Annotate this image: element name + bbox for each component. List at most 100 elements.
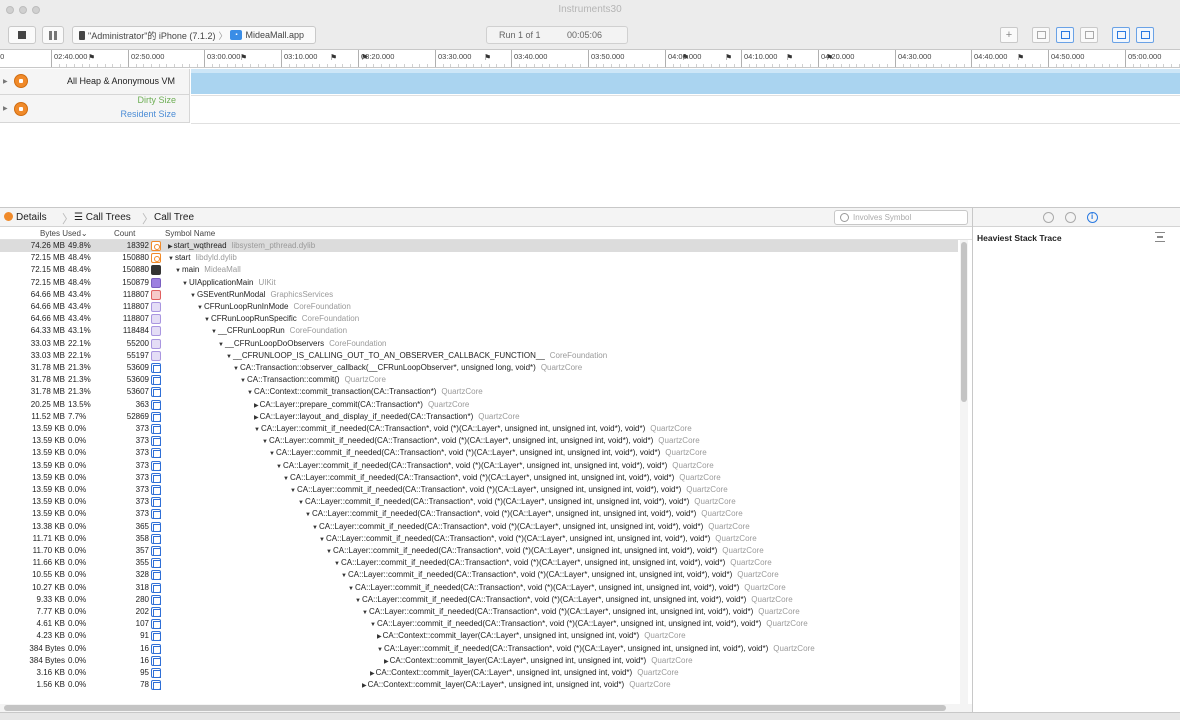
disclosure-triangle-icon[interactable]: ▼ — [240, 378, 246, 384]
disclosure-triangle-icon[interactable]: ▼ — [341, 573, 347, 579]
flag-icon[interactable]: ⚑ — [484, 53, 491, 62]
disclosure-triangle-icon[interactable]: ▼ — [233, 366, 239, 372]
table-row[interactable]: 13.59 KB 0.0% 373 ▼CA::Layer::commit_if_nee… — [0, 472, 958, 484]
table-row[interactable]: 31.78 MB 21.3% 53607 ▼CA::Context::commit_t… — [0, 386, 958, 398]
table-row[interactable]: 64.33 MB 43.1% 118484 ▼__CFRunLoopRun CoreFo… — [0, 325, 958, 337]
column-bytes-used[interactable]: Bytes Used⌄ — [40, 229, 88, 238]
disclosure-triangle-icon[interactable]: ▶ — [254, 415, 259, 421]
disclosure-triangle-icon[interactable]: ▼ — [326, 549, 332, 555]
disclosure-triangle-icon[interactable]: ▼ — [362, 610, 368, 616]
disclosure-triangle-icon[interactable]: ▶ — [3, 105, 8, 112]
table-row[interactable]: 11.71 KB 0.0% 358 ▼CA::Layer::commit_if_nee… — [0, 533, 958, 545]
table-row[interactable]: 33.03 MB 22.1% 55197 ▼__CFRUNLOOP_IS_CALLIN… — [0, 350, 958, 362]
table-row[interactable]: 64.66 MB 43.4% 118807 ▼CFRunLoopRunSpecific… — [0, 313, 958, 325]
disclosure-triangle-icon[interactable]: ▼ — [276, 464, 282, 470]
call-trees-jumpbar-item[interactable]: ☰ Call Trees — [74, 212, 131, 223]
disclosure-triangle-icon[interactable]: ▼ — [334, 561, 340, 567]
table-row[interactable]: 13.59 KB 0.0% 373 ▼CA::Layer::commit_if_nee… — [0, 496, 958, 508]
minimize-window-button[interactable] — [19, 6, 27, 14]
table-row[interactable]: 13.59 KB 0.0% 373 ▼CA::Layer::commit_if_nee… — [0, 484, 958, 496]
disclosure-triangle-icon[interactable]: ▼ — [190, 293, 196, 299]
table-row[interactable]: 11.70 KB 0.0% 357 ▼CA::Layer::commit_if_nee… — [0, 545, 958, 557]
table-row[interactable]: 3.16 KB 0.0% 95 ▶CA::Context::commit_layer(… — [0, 667, 958, 679]
toggle-inspector-pane-button[interactable] — [1136, 27, 1154, 43]
disclosure-triangle-icon[interactable]: ▼ — [370, 622, 376, 628]
table-row[interactable]: 384 Bytes 0.0% 16 ▶CA::Context::commit_laye… — [0, 655, 958, 667]
disclosure-triangle-icon[interactable]: ▼ — [283, 476, 289, 482]
disclosure-triangle-icon[interactable]: ▼ — [254, 427, 260, 433]
disclosure-triangle-icon[interactable]: ▶ — [370, 671, 375, 677]
disclosure-triangle-icon[interactable]: ▼ — [218, 342, 224, 348]
table-row[interactable]: 72.15 MB 48.4% 150879 ▼UIApplicationMain UIK… — [0, 277, 958, 289]
flag-icon[interactable]: ⚑ — [240, 53, 247, 62]
disclosure-triangle-icon[interactable]: ▶ — [254, 403, 259, 409]
stop-button[interactable] — [8, 26, 36, 44]
involves-symbol-search-field[interactable]: Involves Symbol — [834, 210, 968, 225]
disclosure-triangle-icon[interactable]: ▼ — [269, 451, 275, 457]
table-row[interactable]: 10.27 KB 0.0% 318 ▼CA::Layer::commit_if_nee… — [0, 582, 958, 594]
disclosure-triangle-icon[interactable]: ▶ — [362, 683, 367, 689]
flag-icon[interactable]: ⚑ — [725, 53, 732, 62]
display-settings-icon[interactable] — [1065, 212, 1076, 223]
table-row[interactable]: 72.15 MB 48.4% 150880 ▼main MideaMall — [0, 264, 958, 276]
disclosure-triangle-icon[interactable]: ▼ — [204, 317, 210, 323]
disclosure-triangle-icon[interactable]: ▼ — [298, 500, 304, 506]
disclosure-triangle-icon[interactable]: ▼ — [182, 281, 188, 287]
table-row[interactable]: 13.59 KB 0.0% 373 ▼CA::Layer::commit_if_nee… — [0, 447, 958, 459]
table-row[interactable]: 4.23 KB 0.0% 91 ▶CA::Context::commit_layer(… — [0, 630, 958, 642]
view-strategy-cpu-button[interactable] — [1032, 27, 1050, 43]
disclosure-triangle-icon[interactable]: ▶ — [168, 244, 173, 250]
table-row[interactable]: 64.66 MB 43.4% 118807 ▼CFRunLoopRunInMode Co… — [0, 301, 958, 313]
table-row[interactable]: 9.33 KB 0.0% 280 ▼CA::Layer::commit_if_need… — [0, 594, 958, 606]
disclosure-triangle-icon[interactable]: ▼ — [377, 647, 383, 653]
record-settings-icon[interactable] — [1043, 212, 1054, 223]
flag-icon[interactable]: ⚑ — [330, 53, 337, 62]
vertical-scrollbar-thumb[interactable] — [961, 242, 967, 402]
disclosure-triangle-icon[interactable]: ▼ — [290, 488, 296, 494]
disclosure-triangle-icon[interactable]: ▼ — [312, 525, 318, 531]
disclosure-triangle-icon[interactable]: ▼ — [305, 512, 311, 518]
disclosure-triangle-icon[interactable]: ▼ — [355, 598, 361, 604]
table-row[interactable]: 20.25 MB 13.5% 363 ▶CA::Layer::prepare_comm… — [0, 399, 958, 411]
column-count[interactable]: Count — [114, 229, 135, 238]
table-row[interactable]: 31.78 MB 21.3% 53609 ▼CA::Transaction::obse… — [0, 362, 958, 374]
stack-trace-options-icon[interactable] — [1155, 232, 1165, 242]
flag-icon[interactable]: ⚑ — [1017, 53, 1024, 62]
table-row[interactable]: 1.56 KB 0.0% 78 ▶CA::Context::commit_layer(… — [0, 679, 958, 691]
run-status[interactable]: Run 1 of 1 00:05:06 — [486, 26, 628, 44]
table-row[interactable]: 64.66 MB 43.4% 118807 ▼GSEventRunModal Graph… — [0, 289, 958, 301]
table-row[interactable]: 384 Bytes 0.0% 16 ▼CA::Layer::commit_if_nee… — [0, 643, 958, 655]
horizontal-scrollbar-thumb[interactable] — [4, 705, 946, 711]
table-row[interactable]: 33.03 MB 22.1% 55200 ▼__CFRunLoopDoObserver… — [0, 338, 958, 350]
flag-icon[interactable]: ⚑ — [786, 53, 793, 62]
disclosure-triangle-icon[interactable]: ▼ — [168, 256, 174, 262]
table-row[interactable]: 31.78 MB 21.3% 53609 ▼CA::Transaction::comm… — [0, 374, 958, 386]
table-row[interactable]: 11.52 MB 7.7% 52869 ▶CA::Layer::layout_and_… — [0, 411, 958, 423]
close-window-button[interactable] — [6, 6, 14, 14]
zoom-window-button[interactable] — [32, 6, 40, 14]
view-strategy-instruments-button[interactable] — [1056, 27, 1074, 43]
table-row[interactable]: 13.59 KB 0.0% 373 ▼CA::Layer::commit_if_nee… — [0, 435, 958, 447]
table-row[interactable]: 72.15 MB 48.4% 150880 ▼start libdyld.dylib — [0, 252, 958, 264]
table-row[interactable]: 74.26 MB 49.8% 18392 ▶start_wqthread libsyst… — [0, 240, 958, 253]
disclosure-triangle-icon[interactable]: ▼ — [247, 390, 253, 396]
table-row[interactable]: 13.38 KB 0.0% 365 ▼CA::Layer::commit_if_nee… — [0, 521, 958, 533]
column-symbol-name[interactable]: Symbol Name — [165, 229, 215, 238]
table-row[interactable]: 4.61 KB 0.0% 107 ▼CA::Layer::commit_if_need… — [0, 618, 958, 630]
table-row[interactable]: 10.55 KB 0.0% 328 ▼CA::Layer::commit_if_nee… — [0, 569, 958, 581]
disclosure-triangle-icon[interactable]: ▼ — [226, 354, 232, 360]
view-strategy-threads-button[interactable] — [1080, 27, 1098, 43]
track-header-allocations[interactable]: ▶ All Heap & Anonymous VM — [0, 69, 190, 95]
call-tree-jumpbar-item[interactable]: Call Tree — [154, 212, 194, 223]
add-instrument-button[interactable]: + — [1000, 27, 1018, 43]
table-row[interactable]: 13.59 KB 0.0% 373 ▼CA::Layer::commit_if_nee… — [0, 423, 958, 435]
timeline-ruler[interactable]: 00 ⚑ ⚑ ⚑ ⚑ ⚑ ⚑ ⚑ ⚑ ⚑ ⚑ 02:40.00002:50.00… — [0, 50, 1180, 68]
pause-button[interactable] — [42, 26, 64, 44]
disclosure-triangle-icon[interactable]: ▶ — [377, 634, 382, 640]
disclosure-triangle-icon[interactable]: ▼ — [197, 305, 203, 311]
details-jumpbar-item[interactable]: Details — [4, 212, 47, 223]
call-tree-outline[interactable]: 74.26 MB 49.8% 18392 ▶start_wqthread libsyst… — [0, 240, 958, 704]
disclosure-triangle-icon[interactable]: ▼ — [348, 586, 354, 592]
disclosure-triangle-icon[interactable]: ▼ — [175, 268, 181, 274]
flag-icon[interactable]: ⚑ — [88, 53, 95, 62]
